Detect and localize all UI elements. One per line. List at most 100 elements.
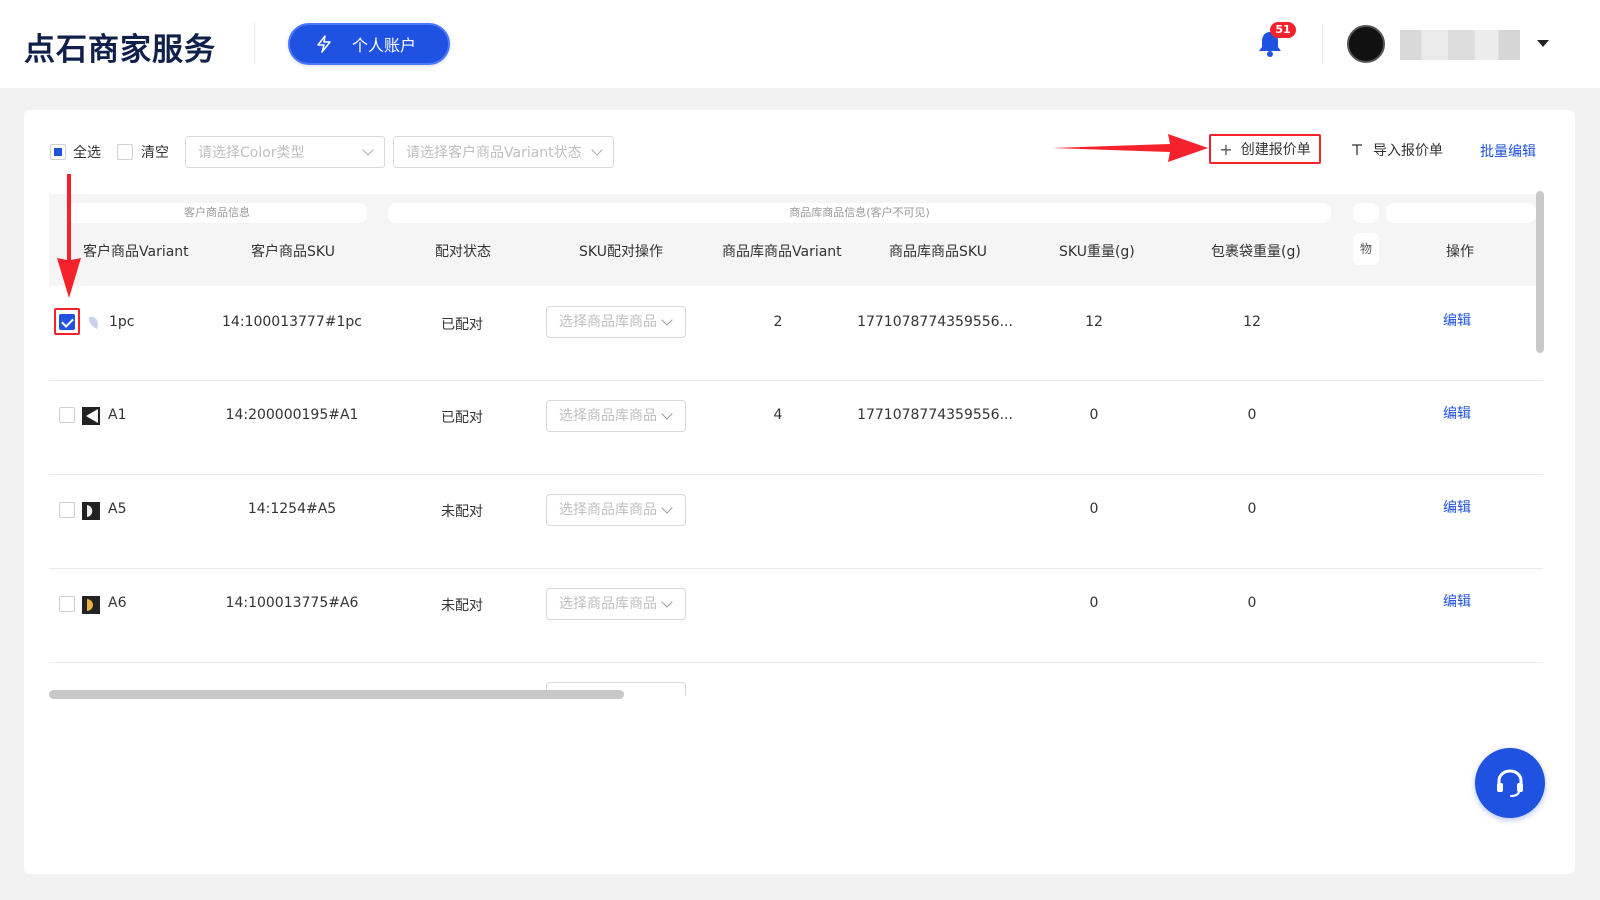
plus-icon: +	[1219, 139, 1233, 159]
chevron-down-icon	[661, 408, 673, 420]
import-icon	[1351, 144, 1363, 156]
chevron-down-icon	[661, 596, 673, 608]
username-blurred[interactable]	[1400, 30, 1520, 60]
col-variant: 客户商品Variant	[83, 244, 189, 260]
variant-status-placeholder: 请选择客户商品Variant状态	[406, 145, 582, 161]
variant-cell: A5	[108, 501, 127, 517]
row-checkbox[interactable]	[59, 502, 75, 518]
bag-weight-cell: 0	[1247, 407, 1257, 423]
lib-sku-cell: 1771078774359556...	[857, 314, 1013, 330]
variant-thumbnail	[82, 596, 100, 614]
row-divider	[49, 662, 1543, 663]
chevron-down-icon	[362, 144, 374, 156]
vertical-scrollbar[interactable]	[1536, 191, 1544, 353]
header-divider	[254, 22, 255, 64]
bag-weight-cell: 0	[1247, 595, 1257, 611]
row-divider	[49, 568, 1543, 569]
header-divider-right	[1322, 24, 1323, 64]
logo: 点石商家服务	[24, 32, 216, 68]
batch-edit-link[interactable]: 批量编辑	[1480, 141, 1536, 161]
avatar[interactable]	[1347, 25, 1385, 63]
chevron-down-icon[interactable]	[1537, 40, 1549, 47]
select-placeholder: 选择商品库商品	[559, 314, 657, 330]
clear-label: 清空	[141, 145, 169, 161]
col-sku: 客户商品SKU	[251, 244, 335, 260]
col-lib-sku: 商品库商品SKU	[889, 244, 987, 260]
group-actions	[1386, 203, 1536, 223]
edit-link[interactable]: 编辑	[1443, 403, 1471, 423]
group-customer-info: 客户商品信息	[67, 203, 367, 223]
checkbox-partial[interactable]	[50, 144, 66, 160]
sku-cell: 14:100013777#1pc	[222, 314, 362, 330]
row-checkbox[interactable]	[59, 596, 75, 612]
variant-thumbnail	[82, 502, 100, 520]
sku-weight-cell: 12	[1085, 314, 1103, 330]
sku-weight-cell: 0	[1089, 501, 1099, 517]
bag-weight-cell: 12	[1243, 314, 1261, 330]
clear-checkbox[interactable]: 清空	[117, 141, 169, 163]
personal-account-button[interactable]: 个人账户	[288, 23, 450, 65]
select-all-label: 全选	[73, 145, 101, 161]
col-bag-weight: 包裹袋重量(g)	[1211, 244, 1301, 260]
select-all-checkbox[interactable]: 全选	[50, 141, 101, 163]
group-extra	[1353, 203, 1379, 223]
library-product-select[interactable]: 选择商品库商品	[546, 494, 686, 526]
select-placeholder: 选择商品库商品	[559, 408, 657, 424]
sku-weight-cell: 0	[1089, 595, 1099, 611]
col-actions: 操作	[1446, 244, 1474, 260]
bag-weight-cell: 0	[1247, 501, 1257, 517]
chevron-down-icon	[661, 502, 673, 514]
color-type-select[interactable]: 请选择Color类型	[185, 136, 385, 168]
sku-cell: 14:200000195#A1	[225, 407, 359, 423]
annotation-highlight	[54, 308, 80, 335]
customer-support-button[interactable]	[1475, 748, 1545, 818]
horizontal-scrollbar[interactable]	[49, 690, 624, 699]
match-status-cell: 未配对	[441, 504, 483, 520]
annotation-arrow-down	[57, 174, 81, 298]
sku-cell: 14:1254#A5	[247, 501, 337, 517]
col-truncated: 物	[1353, 233, 1379, 265]
match-status-cell: 已配对	[441, 317, 483, 333]
library-product-select[interactable]: 选择商品库商品	[546, 306, 686, 338]
variant-thumbnail	[88, 316, 98, 329]
match-status-cell: 未配对	[441, 598, 483, 614]
col-sku-match-action: SKU配对操作	[579, 244, 663, 260]
sku-cell: 14:100013775#A6	[225, 595, 359, 611]
personal-account-label: 个人账户	[352, 36, 417, 55]
row-divider	[49, 380, 1543, 381]
edit-link[interactable]: 编辑	[1443, 591, 1471, 611]
import-quote-button[interactable]: 导入报价单	[1351, 140, 1443, 160]
library-product-select[interactable]: 选择商品库商品	[546, 400, 686, 432]
lib-sku-cell: 1771078774359556...	[857, 407, 1013, 423]
library-product-select[interactable]: 选择商品库商品	[546, 588, 686, 620]
create-quote-label: 创建报价单	[1240, 142, 1311, 158]
edit-link[interactable]: 编辑	[1443, 310, 1471, 330]
group-library-info: 商品库商品信息(客户不可见)	[388, 203, 1331, 223]
variant-cell: 1pc	[109, 314, 135, 330]
create-quote-button[interactable]: + 创建报价单	[1209, 134, 1321, 164]
chevron-down-icon	[591, 144, 603, 156]
checkbox[interactable]	[117, 144, 133, 160]
col-match-status: 配对状态	[435, 244, 491, 260]
row-checkbox[interactable]	[59, 407, 75, 423]
chevron-down-icon	[661, 314, 673, 326]
sku-weight-cell: 0	[1089, 407, 1099, 423]
col-lib-variant: 商品库商品Variant	[722, 244, 842, 260]
variant-thumbnail	[82, 407, 100, 425]
color-type-placeholder: 请选择Color类型	[198, 145, 305, 161]
import-quote-label: 导入报价单	[1373, 143, 1443, 159]
edit-link[interactable]: 编辑	[1443, 497, 1471, 517]
lightning-icon	[316, 35, 332, 53]
select-placeholder: 选择商品库商品	[559, 596, 657, 612]
notification-badge: 51	[1270, 22, 1296, 38]
top-header: 点石商家服务 个人账户 51	[0, 0, 1600, 88]
lib-variant-cell: 2	[773, 314, 783, 330]
annotation-arrow-right	[1052, 134, 1208, 162]
select-placeholder: 选择商品库商品	[559, 502, 657, 518]
variant-cell: A6	[108, 595, 127, 611]
variant-cell: A1	[108, 407, 127, 423]
headset-icon	[1497, 769, 1523, 797]
lib-variant-cell: 4	[773, 407, 783, 423]
variant-status-select[interactable]: 请选择客户商品Variant状态	[393, 136, 614, 168]
match-status-cell: 已配对	[441, 410, 483, 426]
